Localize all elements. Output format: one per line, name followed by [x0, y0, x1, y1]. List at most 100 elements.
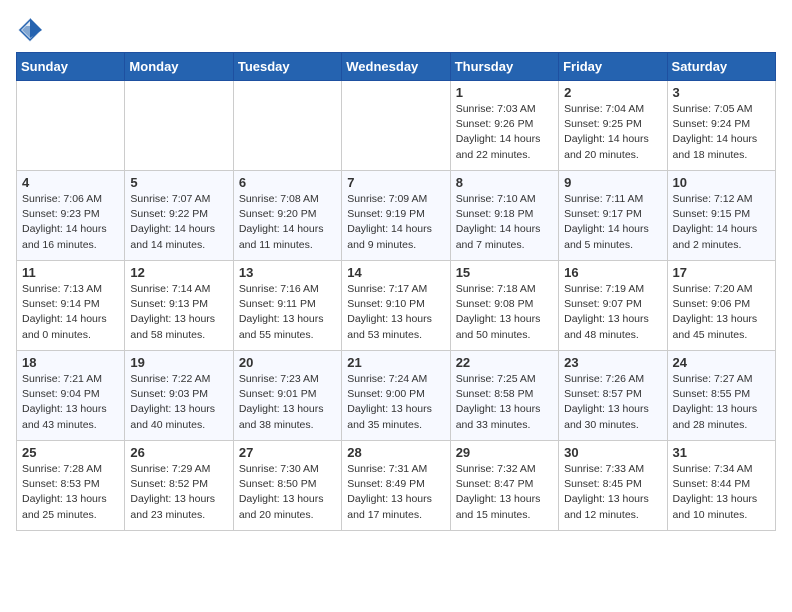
calendar-cell: 19 Sunrise: 7:22 AM Sunset: 9:03 PM Dayli… [125, 351, 233, 441]
day-number: 27 [239, 445, 336, 460]
calendar-cell: 20Sunrise: 7:23 AM Sunset: 9:01 PM Dayli… [233, 351, 341, 441]
calendar-cell: 25 Sunrise: 7:28 AM Sunset: 8:53 PM Dayli… [17, 441, 125, 531]
day-number: 12 [130, 265, 227, 280]
day-number: 14 [347, 265, 444, 280]
day-number: 13 [239, 265, 336, 280]
day-info: Sunrise: 7:24 AM Sunset: 9:00 PM Dayligh… [347, 372, 444, 433]
calendar-cell: 31Sunrise: 7:34 AM Sunset: 8:44 PM Dayli… [667, 441, 775, 531]
day-number: 1 [456, 85, 553, 100]
day-info: Sunrise: 7:31 AM Sunset: 8:49 PM Dayligh… [347, 462, 444, 523]
calendar-cell: 9 Sunrise: 7:11 AM Sunset: 9:17 PM Daylig… [559, 171, 667, 261]
day-info: Sunrise: 7:08 AM Sunset: 9:20 PM Dayligh… [239, 192, 336, 253]
day-info: Sunrise: 7:14 AM Sunset: 9:13 PM Dayligh… [130, 282, 227, 343]
day-info: Sunrise: 7:28 AM Sunset: 8:53 PM Dayligh… [22, 462, 119, 523]
day-info: Sunrise: 7:29 AM Sunset: 8:52 PM Dayligh… [130, 462, 227, 523]
calendar-cell: 14 Sunrise: 7:17 AM Sunset: 9:10 PM Dayli… [342, 261, 450, 351]
day-number: 7 [347, 175, 444, 190]
calendar-cell: 11 Sunrise: 7:13 AM Sunset: 9:14 PM Dayli… [17, 261, 125, 351]
calendar-cell: 26 Sunrise: 7:29 AM Sunset: 8:52 PM Dayli… [125, 441, 233, 531]
day-info: Sunrise: 7:13 AM Sunset: 9:14 PM Dayligh… [22, 282, 119, 343]
day-number: 25 [22, 445, 119, 460]
day-number: 22 [456, 355, 553, 370]
header-friday: Friday [559, 53, 667, 81]
calendar-cell: 10Sunrise: 7:12 AM Sunset: 9:15 PM Dayli… [667, 171, 775, 261]
day-number: 19 [130, 355, 227, 370]
day-info: Sunrise: 7:30 AM Sunset: 8:50 PM Dayligh… [239, 462, 336, 523]
day-info: Sunrise: 7:06 AM Sunset: 9:23 PM Dayligh… [22, 192, 119, 253]
day-info: Sunrise: 7:09 AM Sunset: 9:19 PM Dayligh… [347, 192, 444, 253]
day-number: 15 [456, 265, 553, 280]
day-number: 8 [456, 175, 553, 190]
calendar-cell: 18 Sunrise: 7:21 AM Sunset: 9:04 PM Dayli… [17, 351, 125, 441]
day-info: Sunrise: 7:27 AM Sunset: 8:55 PM Dayligh… [673, 372, 770, 433]
day-number: 3 [673, 85, 770, 100]
day-number: 28 [347, 445, 444, 460]
calendar-week-4: 18 Sunrise: 7:21 AM Sunset: 9:04 PM Dayli… [17, 351, 776, 441]
calendar-cell: 15Sunrise: 7:18 AM Sunset: 9:08 PM Dayli… [450, 261, 558, 351]
day-number: 26 [130, 445, 227, 460]
day-info: Sunrise: 7:20 AM Sunset: 9:06 PM Dayligh… [673, 282, 770, 343]
logo [16, 16, 48, 44]
calendar-cell [17, 81, 125, 171]
calendar-cell [125, 81, 233, 171]
day-info: Sunrise: 7:10 AM Sunset: 9:18 PM Dayligh… [456, 192, 553, 253]
calendar-cell: 24 Sunrise: 7:27 AM Sunset: 8:55 PM Dayli… [667, 351, 775, 441]
day-number: 24 [673, 355, 770, 370]
day-info: Sunrise: 7:25 AM Sunset: 8:58 PM Dayligh… [456, 372, 553, 433]
calendar-cell: 5 Sunrise: 7:07 AM Sunset: 9:22 PM Daylig… [125, 171, 233, 261]
day-number: 18 [22, 355, 119, 370]
day-info: Sunrise: 7:17 AM Sunset: 9:10 PM Dayligh… [347, 282, 444, 343]
day-info: Sunrise: 7:22 AM Sunset: 9:03 PM Dayligh… [130, 372, 227, 433]
day-number: 9 [564, 175, 661, 190]
calendar-cell: 28 Sunrise: 7:31 AM Sunset: 8:49 PM Dayli… [342, 441, 450, 531]
page-header [16, 16, 776, 44]
calendar-cell: 29 Sunrise: 7:32 AM Sunset: 8:47 PM Dayli… [450, 441, 558, 531]
calendar-cell: 13 Sunrise: 7:16 AM Sunset: 9:11 PM Dayli… [233, 261, 341, 351]
day-info: Sunrise: 7:04 AM Sunset: 9:25 PM Dayligh… [564, 102, 661, 163]
calendar-cell: 3 Sunrise: 7:05 AM Sunset: 9:24 PM Daylig… [667, 81, 775, 171]
calendar-cell: 17 Sunrise: 7:20 AM Sunset: 9:06 PM Dayli… [667, 261, 775, 351]
calendar-cell: 22 Sunrise: 7:25 AM Sunset: 8:58 PM Dayli… [450, 351, 558, 441]
calendar-week-1: 1 Sunrise: 7:03 AM Sunset: 9:26 PM Daylig… [17, 81, 776, 171]
day-number: 23 [564, 355, 661, 370]
header-monday: Monday [125, 53, 233, 81]
day-number: 20 [239, 355, 336, 370]
day-info: Sunrise: 7:26 AM Sunset: 8:57 PM Dayligh… [564, 372, 661, 433]
day-number: 2 [564, 85, 661, 100]
calendar-cell [233, 81, 341, 171]
logo-icon [16, 16, 44, 44]
day-info: Sunrise: 7:05 AM Sunset: 9:24 PM Dayligh… [673, 102, 770, 163]
day-info: Sunrise: 7:12 AM Sunset: 9:15 PM Dayligh… [673, 192, 770, 253]
header-wednesday: Wednesday [342, 53, 450, 81]
calendar-week-3: 11 Sunrise: 7:13 AM Sunset: 9:14 PM Dayli… [17, 261, 776, 351]
calendar-cell [342, 81, 450, 171]
day-number: 6 [239, 175, 336, 190]
calendar-cell: 4Sunrise: 7:06 AM Sunset: 9:23 PM Daylig… [17, 171, 125, 261]
calendar-header-row: SundayMondayTuesdayWednesdayThursdayFrid… [17, 53, 776, 81]
day-number: 5 [130, 175, 227, 190]
day-info: Sunrise: 7:03 AM Sunset: 9:26 PM Dayligh… [456, 102, 553, 163]
day-info: Sunrise: 7:07 AM Sunset: 9:22 PM Dayligh… [130, 192, 227, 253]
calendar-cell: 6 Sunrise: 7:08 AM Sunset: 9:20 PM Daylig… [233, 171, 341, 261]
calendar-cell: 30Sunrise: 7:33 AM Sunset: 8:45 PM Dayli… [559, 441, 667, 531]
header-tuesday: Tuesday [233, 53, 341, 81]
day-number: 21 [347, 355, 444, 370]
calendar-cell: 27 Sunrise: 7:30 AM Sunset: 8:50 PM Dayli… [233, 441, 341, 531]
header-sunday: Sunday [17, 53, 125, 81]
header-saturday: Saturday [667, 53, 775, 81]
calendar-cell: 21 Sunrise: 7:24 AM Sunset: 9:00 PM Dayli… [342, 351, 450, 441]
day-number: 17 [673, 265, 770, 280]
day-info: Sunrise: 7:32 AM Sunset: 8:47 PM Dayligh… [456, 462, 553, 523]
calendar-week-2: 4Sunrise: 7:06 AM Sunset: 9:23 PM Daylig… [17, 171, 776, 261]
calendar-cell: 1 Sunrise: 7:03 AM Sunset: 9:26 PM Daylig… [450, 81, 558, 171]
day-number: 29 [456, 445, 553, 460]
day-info: Sunrise: 7:16 AM Sunset: 9:11 PM Dayligh… [239, 282, 336, 343]
calendar-cell: 23 Sunrise: 7:26 AM Sunset: 8:57 PM Dayli… [559, 351, 667, 441]
day-number: 11 [22, 265, 119, 280]
day-info: Sunrise: 7:21 AM Sunset: 9:04 PM Dayligh… [22, 372, 119, 433]
calendar-table: SundayMondayTuesdayWednesdayThursdayFrid… [16, 52, 776, 531]
day-info: Sunrise: 7:34 AM Sunset: 8:44 PM Dayligh… [673, 462, 770, 523]
calendar-week-5: 25 Sunrise: 7:28 AM Sunset: 8:53 PM Dayli… [17, 441, 776, 531]
calendar-cell: 7 Sunrise: 7:09 AM Sunset: 9:19 PM Daylig… [342, 171, 450, 261]
day-info: Sunrise: 7:11 AM Sunset: 9:17 PM Dayligh… [564, 192, 661, 253]
